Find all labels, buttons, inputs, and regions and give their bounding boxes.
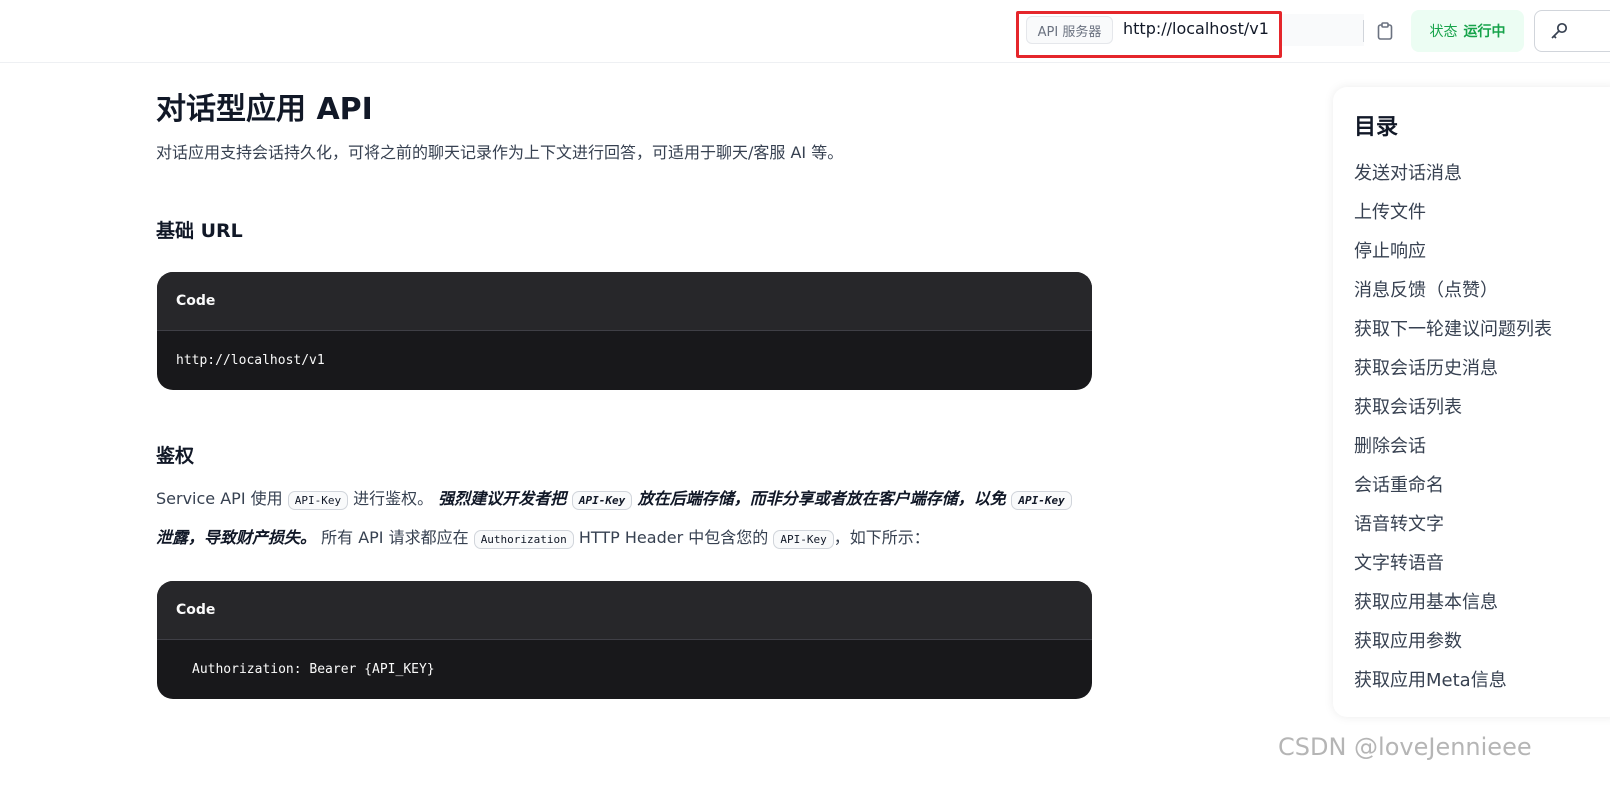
- auth-text: Service API 使用: [156, 489, 288, 508]
- code-block-label: Code: [157, 272, 1092, 331]
- base-url-code-block: Code http://localhost/v1: [157, 272, 1092, 390]
- toc-item[interactable]: 语音转文字: [1354, 510, 1552, 549]
- auth-warning-text: 强烈建议开发者把: [438, 489, 572, 508]
- highlight-box: [1016, 11, 1282, 58]
- status-badge: 状态 运行中: [1411, 10, 1524, 52]
- toc-list: 发送对话消息 上传文件 停止响应 消息反馈（点赞） 获取下一轮建议问题列表 获取会话历史消…: [1354, 159, 1552, 705]
- auth-heading: 鉴权: [156, 445, 195, 467]
- inline-code: API-Key: [773, 530, 834, 549]
- key-icon: [1551, 22, 1568, 39]
- base-url-heading: 基础 URL: [156, 220, 243, 242]
- auth-text: HTTP Header 中包含您的: [573, 528, 774, 547]
- status-label: 状态: [1429, 24, 1458, 40]
- toc-item[interactable]: 文字转语音: [1354, 549, 1552, 588]
- toc-item[interactable]: 消息反馈（点赞）: [1354, 276, 1552, 315]
- auth-text: ，如下所示：: [833, 528, 930, 547]
- auth-paragraph: Service API 使用 API-Key 进行鉴权。 强烈建议开发者把 AP…: [156, 480, 1092, 558]
- url-field-extension: [1282, 14, 1364, 46]
- auth-text: 所有 API 请求都应在: [316, 528, 474, 547]
- base-url-code[interactable]: http://localhost/v1: [157, 331, 1092, 390]
- clipboard-icon: [1377, 22, 1393, 40]
- inline-code: API-Key: [1011, 491, 1072, 510]
- inline-code: Authorization: [473, 530, 574, 549]
- table-of-contents: 目录 发送对话消息 上传文件 停止响应 消息反馈（点赞） 获取下一轮建议问题列表 获取会话…: [1333, 87, 1610, 717]
- toc-item[interactable]: 获取应用基本信息: [1354, 588, 1552, 627]
- toc-title: 目录: [1354, 115, 1399, 140]
- page-description: 对话应用支持会话持久化，可将之前的聊天记录作为上下文进行回答，可适用于聊天/客服…: [156, 143, 844, 162]
- toc-item[interactable]: 获取会话历史消息: [1354, 354, 1552, 393]
- toc-item[interactable]: 会话重命名: [1354, 471, 1552, 510]
- toc-item[interactable]: 删除会话: [1354, 432, 1552, 471]
- toc-item[interactable]: 获取应用参数: [1354, 627, 1552, 666]
- auth-text: 进行鉴权。: [348, 489, 439, 508]
- page-title: 对话型应用 API: [156, 92, 373, 127]
- toc-item[interactable]: 停止响应: [1354, 237, 1552, 276]
- inline-code: API-Key: [571, 491, 633, 510]
- watermark: CSDN @loveJennieee: [1278, 733, 1532, 761]
- toc-item[interactable]: 获取会话列表: [1354, 393, 1552, 432]
- auth-warning-text: 泄露，导致财产损失。: [156, 528, 317, 547]
- api-key-button[interactable]: [1534, 10, 1610, 52]
- auth-warning-text: 放在后端存储，而非分享或者放在客户端存储，以免: [632, 489, 1012, 508]
- code-block-label: Code: [157, 581, 1092, 640]
- toc-item[interactable]: 获取应用Meta信息: [1354, 666, 1552, 705]
- divider: [1363, 20, 1364, 42]
- toc-item[interactable]: 发送对话消息: [1354, 159, 1552, 198]
- inline-code: API-Key: [287, 491, 349, 510]
- toc-item[interactable]: 上传文件: [1354, 198, 1552, 237]
- status-value: 运行中: [1463, 24, 1506, 40]
- auth-code-block: Code Authorization: Bearer {API_KEY}: [157, 581, 1092, 699]
- auth-code[interactable]: Authorization: Bearer {API_KEY}: [157, 640, 1092, 699]
- top-bar: API 服务器 http://localhost/v1 状态 运行中: [0, 0, 1610, 63]
- toc-item[interactable]: 获取下一轮建议问题列表: [1354, 315, 1552, 354]
- copy-button[interactable]: [1372, 17, 1398, 45]
